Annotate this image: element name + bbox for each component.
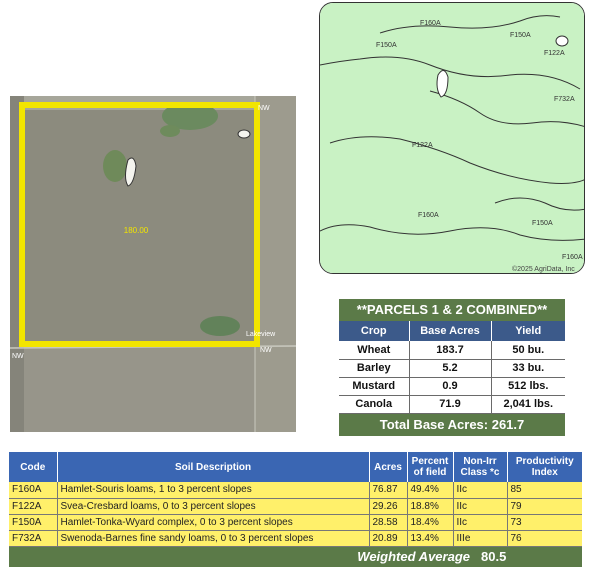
header-base-acres: Base Acres: [409, 321, 492, 341]
soil-map-label: F122A: [544, 50, 565, 57]
soil-map-label: F122A: [412, 142, 433, 149]
yield-cell: 512 lbs.: [491, 377, 565, 396]
road-label: NW: [12, 353, 24, 360]
code-cell: F122A: [9, 498, 58, 515]
weighted-average-label: Weighted Average: [357, 548, 470, 564]
parcels-table: **PARCELS 1 & 2 COMBINED** Crop Base Acr…: [339, 299, 565, 436]
table-row: F122A Svea-Cresbard loams, 0 to 3 percen…: [9, 498, 582, 515]
base-acres-cell: 183.7: [409, 341, 492, 360]
productivity-cell: 79: [507, 498, 582, 515]
description-cell: Svea-Cresbard loams, 0 to 3 percent slop…: [57, 498, 370, 515]
aerial-photo: 180.00 NW Lakeview NW NW: [10, 96, 296, 432]
table-row: F732A Swenoda-Barnes fine sandy loams, 0…: [9, 530, 582, 547]
yield-cell: 2,041 lbs.: [491, 395, 565, 414]
percent-cell: 49.4%: [407, 482, 454, 499]
tract-acres-label: 180.00: [124, 226, 149, 235]
code-cell: F160A: [9, 482, 58, 499]
productivity-cell: 85: [507, 482, 582, 499]
percent-cell: 18.8%: [407, 498, 454, 515]
road-label: NW: [258, 105, 270, 112]
acres-cell: 29.26: [369, 498, 408, 515]
table-row: Barley 5.2 33 bu.: [339, 359, 565, 378]
percent-cell: 18.4%: [407, 514, 454, 531]
description-cell: Hamlet-Tonka-Wyard complex, 0 to 3 perce…: [57, 514, 370, 531]
table-row: Mustard 0.9 512 lbs.: [339, 377, 565, 396]
yield-cell: 33 bu.: [491, 359, 565, 378]
description-cell: Hamlet-Souris loams, 1 to 3 percent slop…: [57, 482, 370, 499]
header-code: Code: [9, 452, 58, 482]
header-acres: Acres: [369, 452, 408, 482]
base-acres-cell: 71.9: [409, 395, 492, 414]
header-crop: Crop: [339, 321, 410, 341]
code-cell: F150A: [9, 514, 58, 531]
description-cell: Swenoda-Barnes fine sandy loams, 0 to 3 …: [57, 530, 370, 547]
soil-map: F160A F150A F122A F150A F732A F122A F160…: [319, 2, 585, 274]
header-non-irr-class: Non-Irr Class *c: [453, 452, 508, 482]
soil-map-label: F732A: [554, 96, 575, 103]
crop-cell: Canola: [339, 395, 410, 414]
table-row: Wheat 183.7 50 bu.: [339, 341, 565, 360]
yield-cell: 50 bu.: [491, 341, 565, 360]
base-acres-cell: 0.9: [409, 377, 492, 396]
soil-map-label: F160A: [420, 20, 441, 27]
crop-cell: Wheat: [339, 341, 410, 360]
road-label: NW: [260, 347, 272, 354]
productivity-cell: 76: [507, 530, 582, 547]
soils-table: Code Soil Description Acres Percent of f…: [9, 452, 582, 567]
productivity-cell: 73: [507, 514, 582, 531]
header-productivity: Productivity Index: [507, 452, 582, 482]
crop-cell: Mustard: [339, 377, 410, 396]
class-cell: IIc: [453, 498, 508, 515]
table-row: Canola 71.9 2,041 lbs.: [339, 395, 565, 414]
total-base-acres: Total Base Acres: 261.7: [339, 413, 565, 436]
soil-map-label: F150A: [510, 32, 531, 39]
soil-map-label: F150A: [532, 220, 553, 227]
acres-cell: 20.89: [369, 530, 408, 547]
class-cell: IIIe: [453, 530, 508, 547]
class-cell: IIc: [453, 482, 508, 499]
weighted-average-value: 80.5: [481, 548, 507, 564]
base-acres-cell: 5.2: [409, 359, 492, 378]
percent-cell: 13.4%: [407, 530, 454, 547]
weighted-average-bar: Weighted Average 80.5: [9, 546, 582, 567]
crop-cell: Barley: [339, 359, 410, 378]
soil-map-copyright: ©2025 AgriData, Inc: [512, 265, 575, 273]
parcels-title: **PARCELS 1 & 2 COMBINED**: [339, 299, 565, 321]
road-label: Lakeview: [246, 331, 276, 338]
soil-map-label: F150A: [376, 42, 397, 49]
table-row: F160A Hamlet-Souris loams, 1 to 3 percen…: [9, 482, 582, 499]
soil-map-label: F160A: [418, 212, 439, 219]
acres-cell: 76.87: [369, 482, 408, 499]
header-soil-description: Soil Description: [57, 452, 370, 482]
header-percent: Percent of field: [407, 452, 454, 482]
soil-map-label: F160A: [562, 254, 583, 261]
table-row: F150A Hamlet-Tonka-Wyard complex, 0 to 3…: [9, 514, 582, 531]
acres-cell: 28.58: [369, 514, 408, 531]
header-yield: Yield: [491, 321, 565, 341]
code-cell: F732A: [9, 530, 58, 547]
class-cell: IIc: [453, 514, 508, 531]
